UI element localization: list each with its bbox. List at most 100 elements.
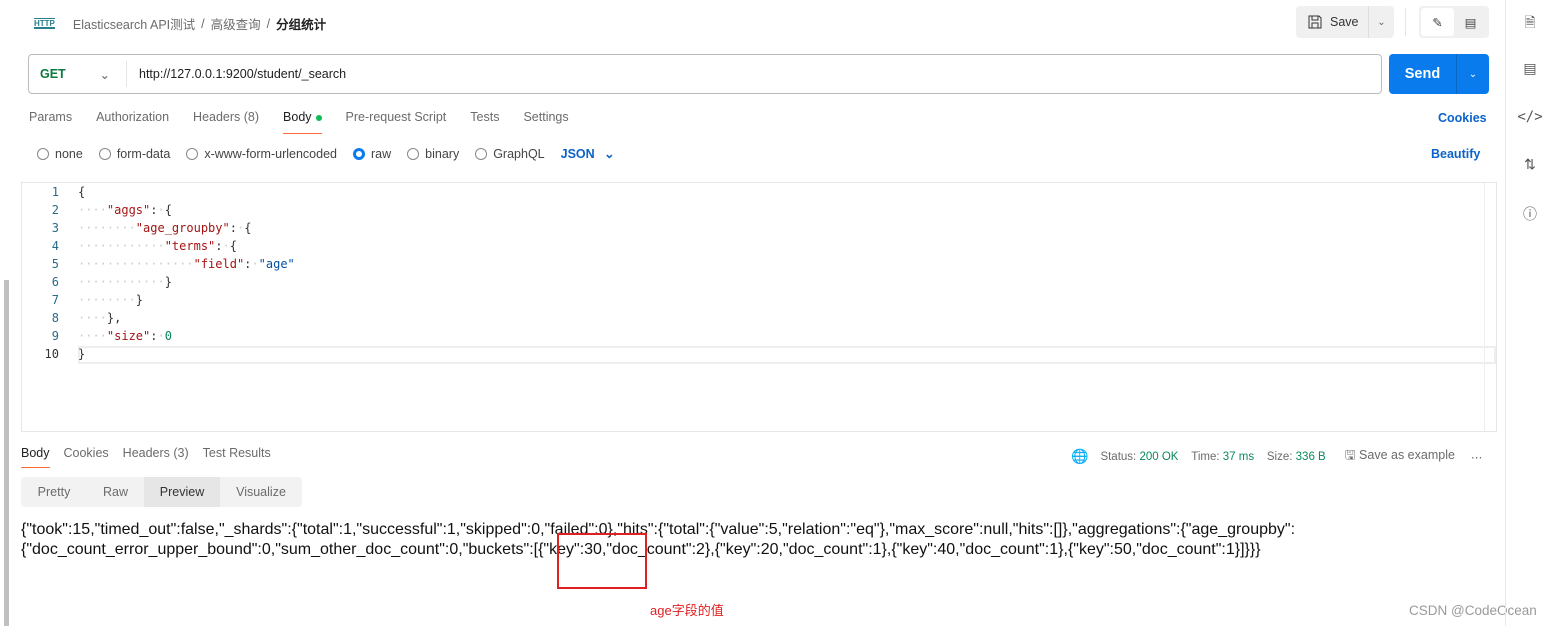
radio-label: binary [425, 146, 460, 161]
globe-icon[interactable]: 🌐 [1071, 448, 1088, 465]
code-token: } [78, 347, 86, 361]
mode-toggle: ✎ ▤ [1419, 6, 1489, 38]
code-editor[interactable]: 1{2 ····"aggs":·{3 ········"age_groupby":·… [21, 182, 1497, 432]
annotation-highlight-box [557, 533, 647, 589]
code-text: } [78, 345, 85, 363]
request-name[interactable]: 分组统计 [276, 14, 326, 33]
code-token: } [135, 293, 144, 307]
url-input[interactable]: http://127.0.0.1:9200/student/_search [127, 67, 346, 81]
code-token: : [215, 239, 223, 253]
radio-circle-icon [186, 147, 199, 160]
tab-headers[interactable]: Headers (8) [193, 110, 259, 134]
view-tab-raw[interactable]: Raw [87, 477, 144, 507]
more-options-icon[interactable]: ⋯ [1471, 450, 1483, 464]
tab-tests[interactable]: Tests [470, 110, 499, 134]
radio-circle-icon [407, 147, 420, 160]
chevron-down-icon: ⌄ [604, 147, 615, 161]
response-tab-headers[interactable]: Headers (3) [123, 446, 189, 468]
save-as-example-button[interactable]: 🖫 Save as example [1345, 446, 1455, 467]
method-value: GET [40, 67, 66, 81]
tab-settings[interactable]: Settings [523, 110, 568, 134]
response-tab-body[interactable]: Body [21, 446, 50, 468]
related-requests-icon[interactable]: ⇅ [1506, 156, 1553, 173]
cookies-link[interactable]: Cookies [1438, 111, 1487, 125]
whitespace-marker: ············ [78, 275, 165, 289]
code-text: { [78, 183, 85, 201]
breadcrumb-separator: / [266, 16, 271, 31]
status-label: Status: [1100, 450, 1137, 463]
code-line: 3 ········"age_groupby":·{ [22, 219, 1496, 237]
tab-body[interactable]: Body [283, 110, 322, 134]
radio-none[interactable]: none [37, 147, 83, 161]
comment-icon[interactable]: ▤ [1454, 8, 1487, 36]
code-line: 8 ····}, [22, 309, 1496, 327]
time-label: Time: [1191, 450, 1220, 463]
code-token: { [244, 221, 252, 235]
radio-label: raw [371, 146, 392, 161]
comments-icon[interactable]: ▤ [1506, 60, 1553, 77]
save-button-group: Save ⌄ [1296, 6, 1394, 38]
save-button[interactable]: Save [1296, 6, 1369, 38]
breadcrumb: HTTP Elasticsearch API测试 / 高级查询 / 分组统计 [34, 14, 326, 33]
code-token: "terms" [164, 239, 216, 253]
chevron-down-icon: ⌄ [99, 67, 110, 82]
format-select[interactable]: JSON ⌄ [561, 146, 615, 161]
radio-binary[interactable]: binary [407, 147, 459, 161]
code-token: "field" [193, 257, 245, 271]
radio-raw[interactable]: raw [353, 147, 391, 161]
whitespace-marker: ···· [78, 311, 107, 325]
code-token: "age_groupby" [135, 221, 230, 235]
radio-selected-icon [353, 147, 365, 160]
code-token: "size" [106, 329, 151, 343]
response-tab-test-results[interactable]: Test Results [203, 446, 271, 468]
breadcrumb-collection[interactable]: Elasticsearch API测试 [73, 14, 195, 33]
code-text: ····"size":·0 [78, 327, 172, 345]
info-icon[interactable]: ⓘ [1506, 204, 1553, 224]
code-token: } [164, 275, 172, 289]
line-number: 4 [51, 239, 59, 253]
code-line: 7 ········} [22, 291, 1496, 309]
tab-body-label: Body [283, 110, 312, 124]
send-dropdown-chevron-icon[interactable]: ⌄ [1457, 69, 1489, 80]
documentation-icon[interactable]: 🗎 [1506, 12, 1553, 36]
beautify-button[interactable]: Beautify [1431, 147, 1480, 161]
save-label: Save [1330, 15, 1359, 29]
code-text: ········} [78, 291, 143, 309]
view-tab-visualize[interactable]: Visualize [220, 477, 302, 507]
method-select[interactable]: GET ⌄ [29, 61, 127, 87]
radio-graphql[interactable]: GraphQL [475, 146, 545, 161]
http-icon: HTTP [34, 18, 55, 29]
radio-label: none [55, 146, 83, 161]
left-scrollbar[interactable] [4, 280, 9, 626]
line-number: 1 [51, 185, 59, 199]
view-tab-preview[interactable]: Preview [144, 477, 220, 507]
breadcrumb-folder[interactable]: 高级查询 [211, 14, 261, 33]
code-line: 4 ············"terms":·{ [22, 237, 1496, 255]
divider [1405, 8, 1406, 36]
radio-form-data[interactable]: form-data [98, 147, 170, 161]
edit-pencil-icon[interactable]: ✎ [1421, 8, 1454, 36]
response-tab-cookies[interactable]: Cookies [64, 446, 109, 468]
status-value: 200 OK [1139, 450, 1179, 463]
code-text: ········"age_groupby":·{ [78, 219, 251, 237]
code-line: 9 ····"size":·0 [22, 327, 1496, 345]
response-body: {"took":15,"timed_out":false,"_shards":{… [21, 520, 1491, 560]
editor-scrollbar[interactable] [1484, 183, 1496, 431]
request-tabs: Params Authorization Headers (8) Body Pr… [29, 110, 593, 134]
tab-pre-request-script[interactable]: Pre-request Script [346, 110, 447, 134]
save-dropdown-chevron-icon[interactable]: ⌄ [1369, 17, 1394, 28]
code-token: · [251, 257, 259, 271]
tab-authorization[interactable]: Authorization [96, 110, 169, 134]
url-bar: GET ⌄ http://127.0.0.1:9200/student/_sear… [28, 54, 1382, 94]
view-tab-pretty[interactable]: Pretty [21, 477, 87, 507]
line-number: 8 [51, 311, 59, 325]
tab-params[interactable]: Params [29, 110, 72, 134]
radio-label: GraphQL [493, 146, 545, 161]
radio-x-www-form-urlencoded[interactable]: x-www-form-urlencoded [186, 147, 337, 161]
modified-dot-icon [315, 114, 322, 121]
code-snippet-icon[interactable]: </> [1506, 109, 1553, 125]
send-button[interactable]: Send [1389, 54, 1457, 94]
code-text: ····"aggs":·{ [78, 201, 172, 219]
code-token: : [150, 203, 158, 217]
body-type-radios: none form-data x-www-form-urlencoded raw… [37, 146, 615, 161]
